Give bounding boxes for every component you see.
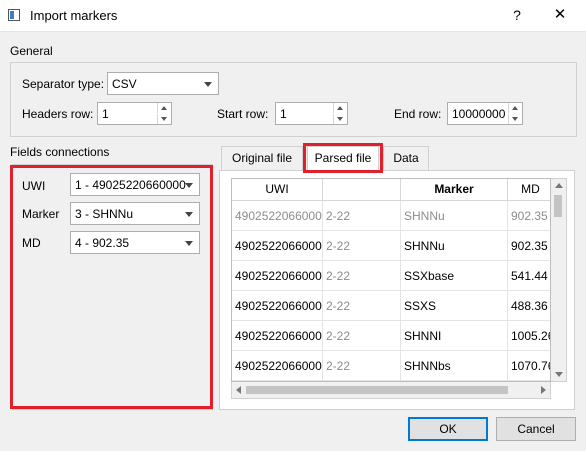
column-header-well[interactable]: [323, 179, 401, 201]
table-cell: 2-22: [323, 261, 401, 291]
table-cell: 902.35: [508, 201, 550, 231]
cancel-button[interactable]: Cancel: [496, 417, 576, 441]
title-bar: Import markers ? ✕: [0, 0, 586, 32]
general-group: [10, 62, 577, 137]
table-cell: 2-22: [323, 351, 401, 381]
scroll-right-icon[interactable]: [541, 386, 546, 394]
table-cell: SSXbase: [401, 261, 508, 291]
spin-up-icon[interactable]: [333, 103, 347, 113]
headers-row-value: 1: [102, 107, 109, 121]
close-icon[interactable]: ✕: [548, 4, 572, 26]
tab-original-file[interactable]: Original file: [221, 146, 303, 170]
ok-button[interactable]: OK: [408, 417, 488, 441]
tab-highlight-box: [303, 143, 383, 173]
table-cell: SHNNI: [401, 321, 508, 351]
fields-connections-title: Fields connections: [10, 145, 110, 159]
column-header-md[interactable]: MD: [508, 179, 550, 201]
scroll-left-icon[interactable]: [236, 386, 241, 394]
horizontal-scrollbar[interactable]: [231, 382, 551, 399]
column-header-uwi[interactable]: UWI: [232, 179, 323, 201]
spin-up-icon[interactable]: [157, 103, 171, 113]
window-title: Import markers: [30, 8, 118, 23]
spin-down-icon[interactable]: [333, 114, 347, 124]
separator-type-label: Separator type:: [22, 77, 105, 91]
chevron-down-icon: [204, 82, 212, 87]
separator-type-select[interactable]: CSV: [107, 72, 219, 95]
table-cell: 49025220660000: [232, 261, 323, 291]
spin-down-icon[interactable]: [508, 114, 522, 124]
scroll-down-icon[interactable]: [555, 372, 563, 377]
table-cell: 488.36: [508, 291, 550, 321]
table-cell: 1005.26: [508, 321, 550, 351]
table-cell: 902.35: [508, 231, 550, 261]
table-cell: SHNNbs: [401, 351, 508, 381]
table-cell: 2-22: [323, 231, 401, 261]
table-cell: 49025220660000: [232, 231, 323, 261]
parsed-data-table[interactable]: UWI Marker MD 49025220660000 2-22 SHNNu …: [231, 178, 551, 382]
table-cell: 1070.76: [508, 351, 550, 381]
app-window-icon: [8, 9, 20, 21]
table-cell: 49025220660000: [232, 321, 323, 351]
vertical-scrollbar[interactable]: [551, 178, 567, 382]
horizontal-scroll-thumb[interactable]: [246, 386, 508, 394]
spin-down-icon[interactable]: [157, 114, 171, 124]
table-cell: 49025220660000: [232, 201, 323, 231]
separator-type-value: CSV: [112, 77, 137, 91]
headers-row-spinbox[interactable]: 1: [97, 102, 172, 125]
tab-data[interactable]: Data: [383, 146, 429, 170]
start-row-spinbox[interactable]: 1: [275, 102, 348, 125]
fields-highlight-box: [10, 165, 213, 409]
table-cell: 2-22: [323, 321, 401, 351]
table-cell: SSXS: [401, 291, 508, 321]
end-row-label: End row:: [394, 107, 442, 121]
start-row-label: Start row:: [217, 107, 269, 121]
table-cell: 49025220660000: [232, 291, 323, 321]
scroll-up-icon[interactable]: [555, 183, 563, 188]
table-cell: 541.44: [508, 261, 550, 291]
column-header-marker[interactable]: Marker: [401, 179, 508, 201]
headers-row-label: Headers row:: [22, 107, 94, 121]
start-row-value: 1: [280, 107, 287, 121]
vertical-scroll-thumb[interactable]: [554, 195, 562, 217]
table-cell: 2-22: [323, 201, 401, 231]
general-group-title: General: [10, 44, 53, 58]
spin-up-icon[interactable]: [508, 103, 522, 113]
help-button[interactable]: ?: [506, 4, 528, 26]
table-cell: SHNNu: [401, 231, 508, 261]
table-cell: 49025220660000: [232, 351, 323, 381]
end-row-spinbox[interactable]: 10000000: [447, 102, 523, 125]
table-cell: 2-22: [323, 291, 401, 321]
end-row-value: 10000000: [452, 107, 506, 121]
table-cell: SHNNu: [401, 201, 508, 231]
